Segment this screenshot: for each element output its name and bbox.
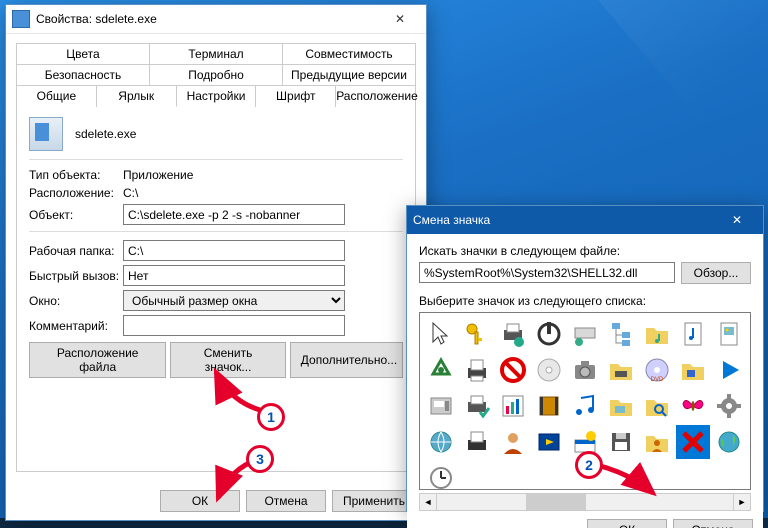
tabs: Цвета Терминал Совместимость Безопасност… <box>16 42 416 106</box>
picture-file-icon[interactable] <box>712 317 746 351</box>
close-icon[interactable]: ✕ <box>715 206 759 234</box>
disc-icon[interactable] <box>532 353 566 387</box>
hotkey-input[interactable] <box>123 265 345 286</box>
tab-layout[interactable]: Расположение <box>336 85 416 107</box>
hotkey-label: Быстрый вызов: <box>29 269 123 283</box>
marker-1: 1 <box>257 403 285 431</box>
scrollbar[interactable]: ◄ ► <box>419 493 751 511</box>
chart-icon[interactable] <box>496 389 530 423</box>
tab-colors[interactable]: Цвета <box>16 43 150 64</box>
film-icon[interactable] <box>532 389 566 423</box>
disk-folder-icon[interactable] <box>604 353 638 387</box>
globe-icon[interactable] <box>712 425 746 459</box>
loc-label: Расположение: <box>29 186 123 200</box>
app-icon <box>12 10 30 28</box>
scroll-right-icon[interactable]: ► <box>733 493 751 511</box>
pictures-folder-icon[interactable] <box>604 389 638 423</box>
workdir-input[interactable] <box>123 240 345 261</box>
comment-input[interactable] <box>123 315 345 336</box>
printer-alt-icon[interactable] <box>460 425 494 459</box>
recycle-icon[interactable] <box>424 353 458 387</box>
window-label: Окно: <box>29 294 123 308</box>
marker-3: 3 <box>246 445 274 473</box>
titlebar[interactable]: Смена значка ✕ <box>407 206 763 234</box>
apply-button[interactable]: Применить <box>332 490 416 512</box>
video-file-icon[interactable] <box>532 425 566 459</box>
tab-general[interactable]: Общие <box>16 85 97 107</box>
properties-window: Свойства: sdelete.exe ✕ Цвета Терминал С… <box>5 4 427 521</box>
printer-check-icon[interactable] <box>460 389 494 423</box>
svg-text:DVD: DVD <box>651 377 664 383</box>
power-icon[interactable] <box>532 317 566 351</box>
video-folder-icon[interactable] <box>676 353 710 387</box>
tab-terminal[interactable]: Терминал <box>150 43 283 64</box>
browse-button[interactable]: Обзор... <box>681 262 751 284</box>
tab-security[interactable]: Безопасность <box>16 64 150 85</box>
open-location-button[interactable]: Расположение файла <box>29 342 166 378</box>
comment-label: Комментарий: <box>29 319 123 333</box>
tab-details[interactable]: Подробно <box>150 64 283 85</box>
music-icon[interactable] <box>568 389 602 423</box>
network-drive-icon[interactable] <box>568 317 602 351</box>
scroll-left-icon[interactable]: ◄ <box>419 493 437 511</box>
dvd-icon[interactable]: DVD <box>640 353 674 387</box>
network-icon[interactable] <box>424 425 458 459</box>
tab-panel: sdelete.exe Тип объекта:Приложение Распо… <box>16 106 416 472</box>
clock-icon[interactable] <box>424 461 458 490</box>
close-icon[interactable]: ✕ <box>378 5 422 33</box>
butterfly-icon[interactable] <box>676 389 710 423</box>
tab-settings[interactable]: Настройки <box>177 85 257 107</box>
loc-value: C:\ <box>123 186 138 200</box>
target-label: Объект: <box>29 208 123 222</box>
window-select[interactable]: Обычный размер окна <box>123 290 345 311</box>
ok-button[interactable]: ОК <box>587 519 667 528</box>
filename-label: sdelete.exe <box>75 127 136 141</box>
key-icon[interactable] <box>460 317 494 351</box>
printer-share-icon[interactable] <box>496 317 530 351</box>
fax-icon[interactable] <box>424 389 458 423</box>
cursor-icon[interactable] <box>424 317 458 351</box>
scroll-track[interactable] <box>437 493 733 511</box>
tab-shortcut[interactable]: Ярлык <box>97 85 177 107</box>
audio-file-icon[interactable] <box>676 317 710 351</box>
floppy-icon[interactable] <box>604 425 638 459</box>
tree-icon[interactable] <box>604 317 638 351</box>
scroll-thumb[interactable] <box>526 494 586 510</box>
play-icon[interactable] <box>712 353 746 387</box>
tab-font[interactable]: Шрифт <box>256 85 336 107</box>
window-title: Свойства: sdelete.exe <box>36 12 378 26</box>
tab-compat[interactable]: Совместимость <box>283 43 416 64</box>
shortcut-icon <box>29 117 63 151</box>
printer-icon[interactable] <box>460 353 494 387</box>
pick-label: Выберите значок из следующего списка: <box>419 294 751 308</box>
advanced-button[interactable]: Дополнительно... <box>290 342 403 378</box>
icon-path-input[interactable] <box>419 262 675 283</box>
delete-icon[interactable] <box>676 425 710 459</box>
tab-prev[interactable]: Предыдущие версии <box>283 64 416 85</box>
settings-icon[interactable] <box>712 389 746 423</box>
user-icon[interactable] <box>496 425 530 459</box>
search-folder-icon[interactable] <box>640 389 674 423</box>
folder-person-icon[interactable] <box>640 425 674 459</box>
blocked-icon[interactable] <box>496 353 530 387</box>
target-input[interactable] <box>123 204 345 225</box>
marker-2: 2 <box>575 451 603 479</box>
cancel-button[interactable]: Отмена <box>673 519 753 528</box>
camera-icon[interactable] <box>568 353 602 387</box>
workdir-label: Рабочая папка: <box>29 244 123 258</box>
window-title: Смена значка <box>413 213 715 227</box>
search-label: Искать значки в следующем файле: <box>419 244 751 258</box>
type-label: Тип объекта: <box>29 168 123 182</box>
music-folder-icon[interactable] <box>640 317 674 351</box>
type-value: Приложение <box>123 168 193 182</box>
titlebar[interactable]: Свойства: sdelete.exe ✕ <box>6 5 426 34</box>
